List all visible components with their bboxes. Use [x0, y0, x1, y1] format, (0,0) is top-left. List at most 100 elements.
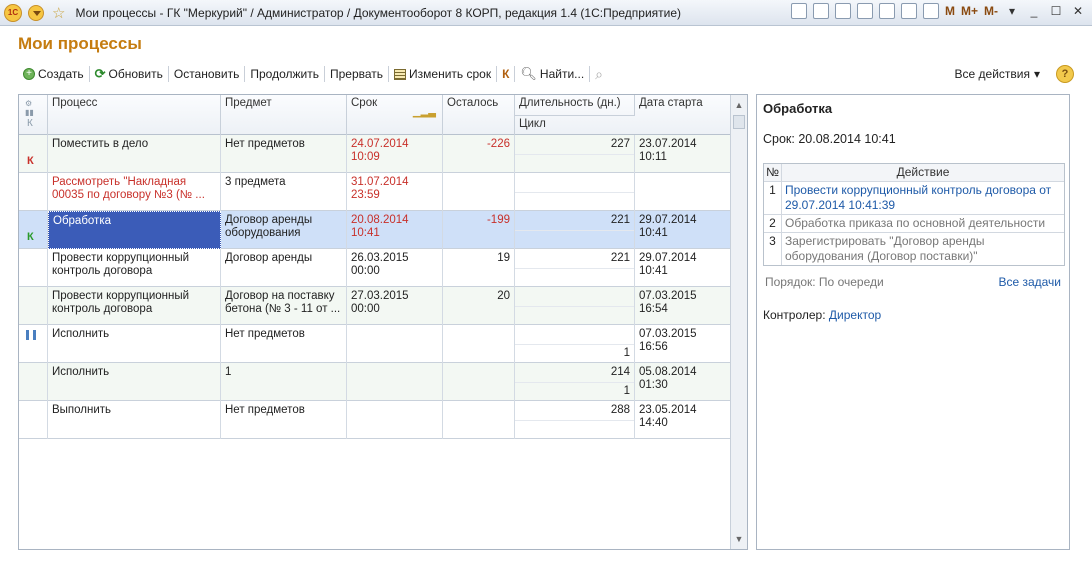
add-favorite-icon[interactable] — [856, 3, 873, 19]
calendar-icon[interactable] — [922, 3, 939, 19]
table-row[interactable]: Исполнить Нет предметов 1 07.03.2015 16:56 — [19, 325, 731, 363]
cancel-search-button[interactable]: ⌕ — [590, 64, 608, 84]
all-actions-menu[interactable]: Все действия ▾ — [955, 64, 1041, 84]
due-cell[interactable]: 24.07.2014 10:09 — [347, 135, 443, 173]
left-cell[interactable]: 19 — [443, 249, 515, 287]
duration-cell[interactable]: 227 — [515, 135, 635, 173]
due-cell[interactable] — [347, 401, 443, 439]
duration-cell[interactable]: 221 — [515, 249, 635, 287]
left-cell[interactable] — [443, 401, 515, 439]
start-cell[interactable]: 29.07.2014 10:41 — [635, 249, 731, 287]
table-row[interactable]: Исполнить 1 214 1 05.08.2014 01:30 — [19, 363, 731, 401]
subject-cell[interactable]: Нет предметов — [221, 401, 347, 439]
stop-button[interactable]: Остановить — [169, 64, 245, 84]
start-cell[interactable]: 29.07.2014 10:41 — [635, 211, 731, 249]
action-text[interactable]: Провести коррупционный контроль договора… — [782, 182, 1064, 214]
maximize-icon[interactable]: ☐ — [1048, 4, 1064, 18]
column-header-subject[interactable]: Предмет — [221, 95, 347, 135]
column-header-due[interactable]: Срок ▁▂▃ — [347, 95, 443, 135]
help-button[interactable]: ? — [1056, 65, 1074, 83]
save-icon[interactable] — [790, 3, 807, 19]
start-cell[interactable]: 07.03.2015 16:54 — [635, 287, 731, 325]
dropdown-arrow-icon[interactable]: ▾ — [1004, 4, 1020, 18]
memory-m-button[interactable]: M — [945, 4, 955, 18]
history-icon[interactable] — [878, 3, 895, 19]
find-button[interactable]: 🔍︎ Найти... — [515, 64, 589, 84]
action-row[interactable]: 3 Зарегистрировать "Договор аренды оборуд… — [764, 233, 1064, 265]
all-tasks-link[interactable]: Все задачи — [998, 275, 1061, 289]
subject-cell[interactable]: 1 — [221, 363, 347, 401]
refresh-button[interactable]: ⟳ Обновить — [90, 64, 168, 84]
start-cell[interactable]: 05.08.2014 01:30 — [635, 363, 731, 401]
table-row[interactable]: Провести коррупционный контроль договора… — [19, 287, 731, 325]
subject-cell[interactable]: Договор на поставку бетона (№ 3 - 11 от … — [221, 287, 347, 325]
action-text[interactable]: Обработка приказа по основной деятельнос… — [782, 215, 1064, 232]
process-cell[interactable]: Рассмотреть "Накладная 00035 по договору… — [48, 173, 221, 211]
scroll-down-icon[interactable]: ▼ — [732, 531, 746, 547]
left-cell[interactable]: -226 — [443, 135, 515, 173]
calculator-icon[interactable] — [900, 3, 917, 19]
column-header-cycle[interactable]: Цикл — [515, 115, 635, 135]
resume-button[interactable]: Продолжить — [245, 64, 324, 84]
memory-mplus-button[interactable]: M+ — [961, 4, 978, 18]
close-icon[interactable]: ✕ — [1070, 4, 1086, 18]
table-row[interactable]: Провести коррупционный контроль договора… — [19, 249, 731, 287]
table-row[interactable]: К Обработка Договор аренды оборудования 20.… — [19, 211, 731, 249]
duration-cell[interactable] — [515, 173, 635, 211]
controller-link[interactable]: Директор — [829, 308, 881, 322]
subject-cell[interactable]: Договор аренды оборудования — [221, 211, 347, 249]
duration-cell[interactable]: 214 1 — [515, 363, 635, 401]
change-due-button[interactable]: Изменить срок — [389, 64, 496, 84]
column-header-process[interactable]: Процесс — [48, 95, 221, 135]
main-menu-icon[interactable] — [28, 4, 44, 21]
duration-cell[interactable]: 221 — [515, 211, 635, 249]
process-cell[interactable]: Провести коррупционный контроль договора — [48, 287, 221, 325]
action-row[interactable]: 1 Провести коррупционный контроль договор… — [764, 182, 1064, 215]
action-row[interactable]: 2 Обработка приказа по основной деятельно… — [764, 215, 1064, 233]
start-cell[interactable]: 23.07.2014 10:11 — [635, 135, 731, 173]
column-header-left[interactable]: Осталось — [443, 95, 515, 135]
due-cell[interactable]: 20.08.2014 10:41 — [347, 211, 443, 249]
minimize-icon[interactable]: _ — [1026, 4, 1042, 18]
process-cell[interactable]: Поместить в дело — [48, 135, 221, 173]
process-cell[interactable]: Выполнить — [48, 401, 221, 439]
k-button[interactable]: К — [497, 64, 514, 84]
column-header-start[interactable]: Дата старта — [635, 95, 731, 135]
due-cell[interactable] — [347, 325, 443, 363]
start-cell[interactable]: 07.03.2015 16:56 — [635, 325, 731, 363]
duration-cell[interactable]: 1 — [515, 325, 635, 363]
process-cell[interactable]: Провести коррупционный контроль договора — [48, 249, 221, 287]
scrollbar-thumb[interactable] — [733, 115, 745, 129]
memory-mminus-button[interactable]: M- — [984, 4, 998, 18]
left-cell[interactable]: 20 — [443, 287, 515, 325]
start-cell[interactable]: 23.05.2014 14:40 — [635, 401, 731, 439]
subject-cell[interactable]: 3 предмета — [221, 173, 347, 211]
due-cell[interactable] — [347, 363, 443, 401]
preview-icon[interactable] — [834, 3, 851, 19]
subject-cell[interactable]: Договор аренды — [221, 249, 347, 287]
due-cell[interactable]: 27.03.2015 00:00 — [347, 287, 443, 325]
abort-button[interactable]: Прервать — [325, 64, 388, 84]
table-row[interactable]: Рассмотреть "Накладная 00035 по договору… — [19, 173, 731, 211]
process-cell[interactable]: Исполнить — [48, 325, 221, 363]
favorite-star-icon[interactable]: ☆ — [52, 4, 65, 22]
left-cell[interactable] — [443, 325, 515, 363]
subject-cell[interactable]: Нет предметов — [221, 135, 347, 173]
action-text[interactable]: Зарегистрировать "Договор аренды оборудо… — [782, 233, 1064, 265]
column-header-duration[interactable]: Длительность (дн.) — [515, 95, 635, 115]
left-cell[interactable]: -199 — [443, 211, 515, 249]
vertical-scrollbar[interactable]: ▲ ▼ — [730, 95, 747, 549]
scroll-up-icon[interactable]: ▲ — [732, 97, 746, 113]
create-button[interactable]: + Создать — [18, 64, 89, 84]
process-cell-selected[interactable]: Обработка — [48, 211, 221, 249]
duration-cell[interactable]: 288 — [515, 401, 635, 439]
due-cell[interactable]: 31.07.2014 23:59 — [347, 173, 443, 211]
app-logo-icon[interactable]: 1С — [4, 3, 22, 22]
table-row[interactable]: К Поместить в дело Нет предметов 24.07.2014… — [19, 135, 731, 173]
left-cell[interactable] — [443, 173, 515, 211]
left-cell[interactable] — [443, 363, 515, 401]
due-cell[interactable]: 26.03.2015 00:00 — [347, 249, 443, 287]
duration-cell[interactable] — [515, 287, 635, 325]
header-icon-column[interactable]: ⚙ ▮▮ К — [19, 95, 48, 135]
process-cell[interactable]: Исполнить — [48, 363, 221, 401]
